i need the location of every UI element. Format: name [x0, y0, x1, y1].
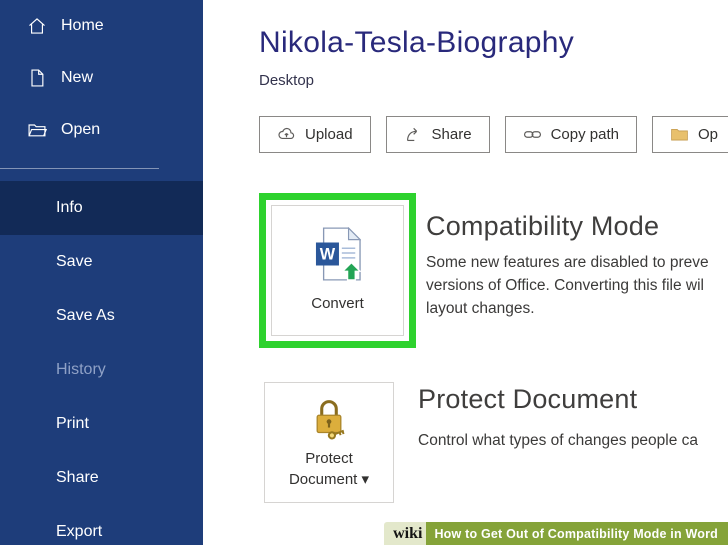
sidebar-item-home[interactable]: Home — [0, 0, 203, 52]
sidebar-item-open[interactable]: Open — [0, 104, 203, 156]
protect-section: Protect Document ▾ Protect Document Cont… — [259, 382, 728, 503]
protect-document-button[interactable]: Protect Document ▾ — [264, 382, 394, 503]
sidebar-item-label: Info — [56, 199, 83, 216]
sidebar-item-label: Save — [56, 253, 93, 270]
upload-button-label: Upload — [305, 126, 353, 143]
home-icon — [27, 16, 47, 36]
sidebar-item-save[interactable]: Save — [0, 235, 203, 289]
sidebar-item-history[interactable]: History — [0, 343, 203, 397]
word-backstage-window: Home New Open Info Save Save As History — [0, 0, 728, 545]
sidebar-divider — [0, 168, 159, 169]
compatibility-section: W Convert Compatibility Mode Some new fe… — [259, 193, 728, 348]
convert-button[interactable]: W Convert — [271, 205, 404, 336]
protect-heading: Protect Document — [418, 384, 638, 414]
new-document-icon — [27, 68, 47, 88]
protect-button-label-line: Protect — [305, 449, 353, 467]
protect-description: Control what types of changes people ca — [418, 429, 698, 452]
sidebar-item-print[interactable]: Print — [0, 397, 203, 451]
document-location: Desktop — [259, 72, 315, 89]
sidebar-item-info[interactable]: Info — [0, 181, 203, 235]
document-toolbar: Upload Share Copy path Op — [259, 116, 728, 153]
sidebar-item-save-as[interactable]: Save As — [0, 289, 203, 343]
sidebar-item-export[interactable]: Export — [0, 505, 203, 545]
sidebar-item-label: Print — [56, 415, 89, 432]
backstage-sidebar: Home New Open Info Save Save As History — [0, 0, 203, 545]
word-document-convert-icon: W — [315, 227, 361, 281]
lock-key-icon — [309, 396, 349, 440]
share-button[interactable]: Share — [385, 116, 490, 153]
compatibility-description-line: layout changes. — [426, 300, 535, 317]
document-title: Nikola-Tesla-Biography — [259, 26, 575, 59]
wikihow-article-title: How to Get Out of Compatibility Mode in … — [426, 522, 728, 545]
convert-button-label: Convert — [311, 295, 364, 312]
open-file-location-label: Op — [697, 126, 718, 143]
share-arrow-icon — [404, 125, 423, 144]
compatibility-description-line: Some new features are disabled to preve — [426, 254, 709, 271]
cloud-upload-icon — [277, 125, 296, 144]
folder-icon — [670, 125, 689, 144]
link-icon — [523, 125, 542, 144]
open-folder-icon — [27, 120, 47, 140]
sidebar-item-label: Home — [61, 17, 104, 34]
protect-button-label-line: Document ▾ — [288, 470, 370, 488]
compatibility-text: Compatibility Mode Some new features are… — [426, 211, 709, 320]
sidebar-item-label: History — [56, 361, 106, 378]
upload-button[interactable]: Upload — [259, 116, 371, 153]
copy-path-button[interactable]: Copy path — [504, 116, 637, 153]
compatibility-description-line: versions of Office. Converting this file… — [426, 277, 704, 294]
sidebar-item-label: Save As — [56, 307, 115, 324]
open-file-location-button[interactable]: Op — [651, 116, 728, 153]
wikihow-logo-wiki: wiki — [384, 522, 427, 545]
svg-text:W: W — [319, 245, 335, 263]
protect-button-label: Protect Document ▾ — [289, 448, 369, 490]
sidebar-item-share[interactable]: Share — [0, 451, 203, 505]
compatibility-heading: Compatibility Mode — [426, 211, 660, 241]
share-button-label: Share — [431, 126, 472, 143]
info-pane: Nikola-Tesla-Biography Desktop Upload Sh… — [203, 0, 728, 545]
wikihow-watermark: wiki How to Get Out of Compatibility Mod… — [384, 522, 728, 545]
sidebar-item-label: Share — [56, 469, 99, 486]
sidebar-item-label: New — [61, 69, 94, 86]
annotation-highlight-box: W Convert — [259, 193, 416, 348]
compatibility-description: Some new features are disabled to preve … — [426, 251, 709, 320]
sidebar-item-new[interactable]: New — [0, 52, 203, 104]
copy-path-button-label: Copy path — [550, 126, 619, 143]
sidebar-item-label: Open — [61, 121, 101, 138]
sidebar-item-label: Export — [56, 523, 103, 540]
protect-text: Protect Document Control what types of c… — [418, 384, 698, 452]
protect-description-line: Control what types of changes people ca — [418, 432, 699, 449]
